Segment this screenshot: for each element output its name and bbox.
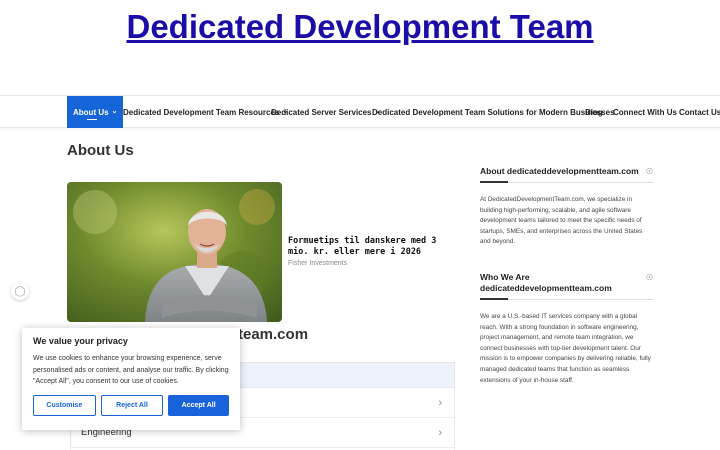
chevron-right-icon: › (438, 396, 442, 409)
widget-divider (480, 181, 653, 183)
nav-item-resources[interactable]: Dedicated Development Team Resources ⌄ (123, 96, 288, 128)
main-navigation: About Us ⌄ Dedicated Development Team Re… (0, 96, 720, 128)
site-title-link[interactable]: Dedicated Development Team (0, 4, 720, 49)
chevron-right-icon: › (438, 426, 442, 439)
consent-buttons: Customise Reject All Accept All (33, 394, 230, 416)
page: Dedicated Development Team About Us ⌄ De… (0, 0, 720, 450)
nav-label: Dedicated Development Team Solutions for… (372, 107, 615, 117)
nav-label: Contact Us (679, 107, 720, 117)
widget-title-text: Who We Are dedicateddevelopmentteam.com (480, 272, 612, 293)
nav-label: Blog (585, 107, 603, 117)
chevron-down-icon: ⌄ (111, 108, 118, 115)
reject-all-button[interactable]: Reject All (100, 394, 164, 416)
nav-label: Dedicated Server Services (271, 107, 372, 117)
nav-label: About Us (73, 107, 109, 117)
site-header: Dedicated Development Team (0, 4, 720, 49)
privacy-shield-button[interactable]: ◯ (11, 282, 29, 300)
nav-item-connect[interactable]: Connect With Us (613, 96, 677, 128)
customise-button[interactable]: Customise (33, 394, 96, 416)
nav-item-about-us[interactable]: About Us ⌄ (67, 96, 124, 128)
widget-divider (480, 298, 653, 300)
info-icon: ☉ (645, 167, 653, 176)
widget-title: About dedicateddevelopmentteam.com ☉ (480, 166, 653, 177)
nav-active-underline (87, 119, 97, 120)
widget-title: Who We Are dedicateddevelopmentteam.com … (480, 272, 653, 294)
sidebar-widget-about: About dedicateddevelopmentteam.com ☉ At … (480, 166, 653, 248)
widget-text: At DedicatedDevelopmentTeam.com, we spec… (480, 196, 643, 246)
nav-item-server-services[interactable]: Dedicated Server Services ⌄ (271, 96, 380, 128)
widget-text: We are a U.S.-based IT services company … (480, 313, 651, 384)
accept-all-button[interactable]: Accept All (168, 394, 230, 416)
nav-item-contact[interactable]: Contact Us (679, 96, 720, 128)
widget-title-text: About dedicateddevelopmentteam.com (480, 166, 639, 176)
page-title: About Us (67, 142, 134, 159)
shield-icon: ◯ (14, 285, 26, 297)
section-heading: team.com (238, 326, 309, 343)
ad-headline[interactable]: Formuetips til danskere med 3 mio. kr. e… (288, 236, 458, 258)
cookie-consent-banner: We value your privacy We use cookies to … (22, 328, 240, 430)
nav-label: Connect With Us (613, 107, 677, 117)
consent-title: We value your privacy (33, 336, 128, 346)
consent-text: We use cookies to enhance your browsing … (33, 355, 229, 385)
sidebar-widget-who-we-are: Who We Are dedicateddevelopmentteam.com … (480, 272, 653, 386)
nav-label: Dedicated Development Team Resources (123, 107, 280, 117)
info-icon: ☉ (645, 273, 653, 282)
nav-item-solutions[interactable]: Dedicated Development Team Solutions for… (372, 96, 615, 128)
nav-item-blog[interactable]: Blog (585, 96, 603, 128)
ad-source: Fisher Investments (288, 260, 348, 267)
